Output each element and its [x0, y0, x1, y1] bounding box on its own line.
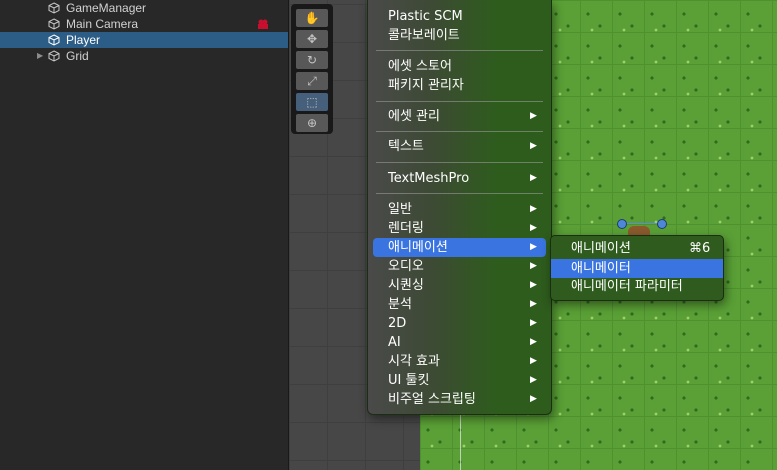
submenu-arrow-icon: ▶	[530, 356, 537, 366]
rotate-tool-icon: ↻	[306, 53, 318, 67]
menu-item-package-manager[interactable]: 패키지 관리자	[368, 76, 551, 95]
hierarchy-item-player[interactable]: Player	[0, 32, 288, 48]
submenu-arrow-icon: ▶	[530, 204, 537, 214]
hierarchy-item-gamemanager[interactable]: GameManager	[0, 0, 288, 16]
submenu-arrow-icon: ▶	[530, 280, 537, 290]
hierarchy-panel: GameManager Main Camera Player ▶ Grid	[0, 0, 288, 470]
rotate-tool-button[interactable]: ↻	[296, 51, 328, 69]
gameobject-cube-icon	[48, 34, 60, 46]
expand-arrow-icon[interactable]: ▶	[37, 48, 43, 64]
menu-item-audio[interactable]: 오디오 ▶	[368, 257, 551, 276]
hierarchy-item-label: GameManager	[66, 1, 147, 15]
scene-tools-toolbar: ✋ ✥ ↻ ⤢ ⬚ ⊕	[291, 4, 333, 134]
submenu-arrow-icon: ▶	[530, 375, 537, 385]
animation-submenu: 애니메이션 ⌘6 애니메이터 애니메이터 파라미터	[550, 235, 724, 301]
menu-separator	[376, 193, 543, 194]
menu-separator	[376, 101, 543, 102]
hierarchy-item-main-camera[interactable]: Main Camera	[0, 16, 288, 32]
gameobject-cube-icon	[48, 2, 60, 14]
menu-item-textmeshpro[interactable]: TextMeshPro ▶	[368, 169, 551, 188]
hand-tool-icon: ✋	[304, 11, 320, 25]
menu-separator	[376, 131, 543, 132]
transform-tool-icon: ⊕	[306, 116, 318, 130]
menu-item-rendering[interactable]: 렌더링 ▶	[368, 219, 551, 238]
menu-item-2d[interactable]: 2D ▶	[368, 314, 551, 333]
rect-tool-icon: ⬚	[306, 95, 318, 109]
submenu-item-animator-parameters[interactable]: 애니메이터 파라미터	[551, 277, 723, 296]
scale-tool-icon: ⤢	[307, 74, 317, 88]
transform-tool-button[interactable]: ⊕	[296, 114, 328, 132]
shortcut-label: ⌘6	[689, 241, 711, 256]
gameobject-cube-icon	[48, 18, 60, 30]
submenu-arrow-icon: ▶	[530, 261, 537, 271]
submenu-arrow-icon: ▶	[530, 141, 537, 151]
menu-item-animation[interactable]: 애니메이션 ▶	[373, 238, 546, 257]
submenu-arrow-icon: ▶	[530, 111, 537, 121]
hand-tool-button[interactable]: ✋	[296, 9, 328, 27]
menu-item-sequencing[interactable]: 시퀀싱 ▶	[368, 276, 551, 295]
scale-tool-button[interactable]: ⤢	[296, 72, 328, 90]
submenu-item-animation[interactable]: 애니메이션 ⌘6	[551, 239, 723, 258]
submenu-arrow-icon: ▶	[530, 223, 537, 233]
gameobject-cube-icon	[48, 50, 60, 62]
menu-item-ai[interactable]: AI ▶	[368, 333, 551, 352]
submenu-arrow-icon: ▶	[530, 337, 537, 347]
submenu-arrow-icon: ▶	[530, 394, 537, 404]
window-menu-dropdown: Plastic SCM 콜라보레이트 에셋 스토어 패키지 관리자 에셋 관리 ▶…	[367, 0, 552, 415]
hierarchy-item-grid[interactable]: ▶ Grid	[0, 48, 288, 64]
submenu-arrow-icon: ▶	[530, 242, 537, 252]
hierarchy-item-label: Player	[66, 33, 101, 47]
rect-handle-left[interactable]	[617, 219, 627, 229]
camera-gizmo-icon	[258, 19, 268, 29]
hierarchy-item-label: Main Camera	[66, 17, 139, 31]
submenu-arrow-icon: ▶	[530, 318, 537, 328]
menu-separator	[376, 50, 543, 51]
menu-item-collaborate[interactable]: 콜라보레이트	[368, 26, 551, 45]
menu-item-text[interactable]: 텍스트 ▶	[368, 137, 551, 156]
menu-item-general[interactable]: 일반 ▶	[368, 200, 551, 219]
submenu-item-animator[interactable]: 애니메이터	[551, 259, 723, 278]
menu-item-plastic-scm[interactable]: Plastic SCM	[368, 7, 551, 26]
submenu-arrow-icon: ▶	[530, 299, 537, 309]
rect-handle-right[interactable]	[657, 219, 667, 229]
rect-tool-button[interactable]: ⬚	[296, 93, 328, 111]
menu-item-visual-scripting[interactable]: 비주얼 스크립팅 ▶	[368, 390, 551, 409]
move-tool-button[interactable]: ✥	[296, 30, 328, 48]
menu-item-asset-store[interactable]: 에셋 스토어	[368, 57, 551, 76]
menu-item-analysis[interactable]: 분석 ▶	[368, 295, 551, 314]
menu-separator	[376, 162, 543, 163]
submenu-arrow-icon: ▶	[530, 173, 537, 183]
hierarchy-item-label: Grid	[66, 49, 89, 63]
move-tool-icon: ✥	[306, 32, 318, 46]
menu-item-asset-management[interactable]: 에셋 관리 ▶	[368, 107, 551, 126]
menu-item-visual-effects[interactable]: 시각 효과 ▶	[368, 352, 551, 371]
menu-item-ui-toolkit[interactable]: UI 툴킷 ▶	[368, 371, 551, 390]
